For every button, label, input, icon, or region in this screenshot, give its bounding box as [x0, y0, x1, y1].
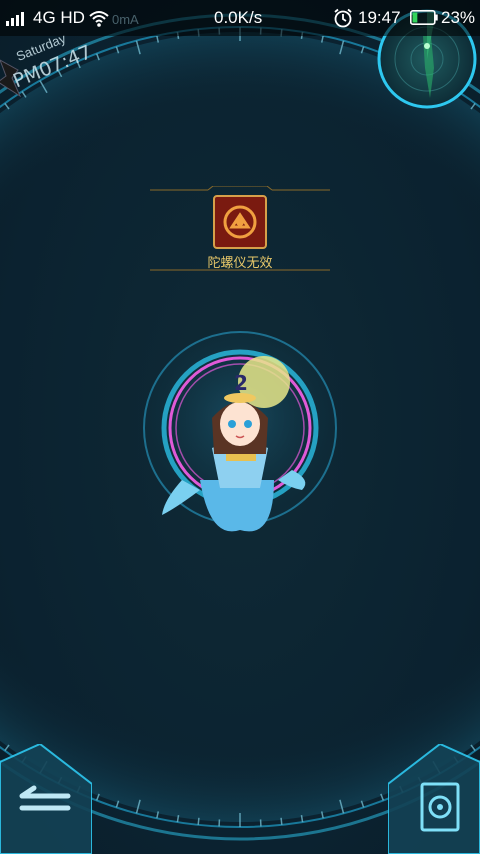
gyroscope-icon	[213, 195, 267, 249]
back-button[interactable]	[0, 744, 92, 854]
clock-time: 19:47	[358, 8, 401, 27]
gyroscope-status-panel: 陀螺仪无效	[150, 186, 330, 272]
network-type: 4G HD	[33, 8, 85, 27]
date-widget: Saturday PM07:47	[0, 31, 110, 106]
svg-text:2: 2	[234, 371, 248, 395]
status-bar: 4G HD 0mA 0.0K/s 19:47 23%	[0, 0, 480, 36]
app-screen: 4G HD 0mA 0.0K/s 19:47 23% Saturday PM07…	[0, 0, 480, 854]
character-target[interactable]: 2	[142, 330, 338, 540]
current-overlay-text: 0mA	[112, 12, 139, 27]
map-button[interactable]	[388, 744, 480, 854]
battery-icon	[410, 10, 438, 25]
alarm-clock-icon	[334, 8, 352, 28]
signal-bars-icon	[6, 12, 24, 26]
battery-percent: 23%	[441, 8, 476, 27]
wifi-icon	[89, 11, 109, 27]
gyroscope-status-label: 陀螺仪无效	[207, 255, 273, 270]
network-speed: 0.0K/s	[214, 8, 263, 27]
